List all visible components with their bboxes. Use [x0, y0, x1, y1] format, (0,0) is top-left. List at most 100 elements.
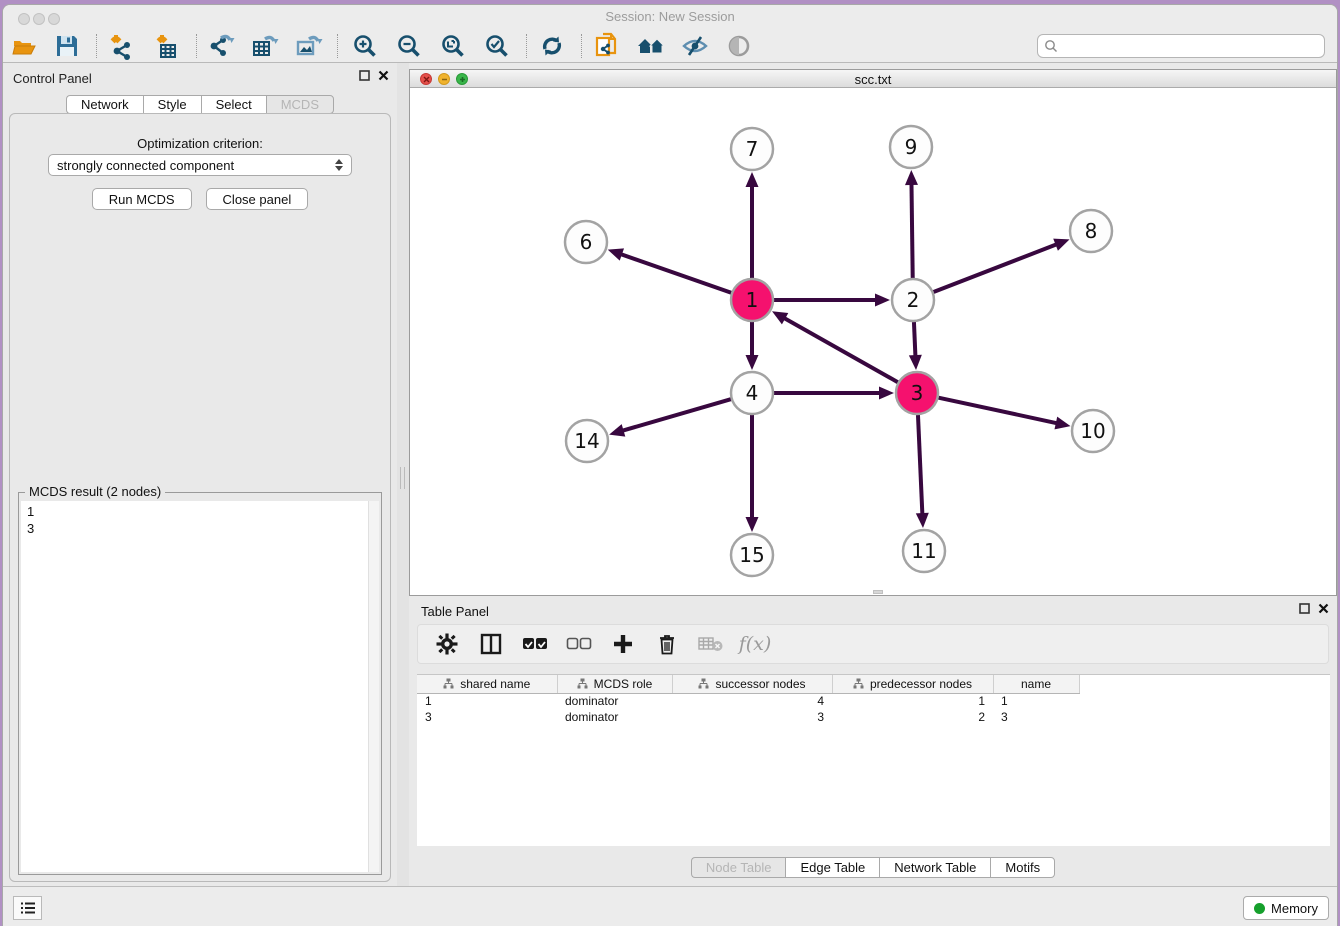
refresh-button[interactable] — [535, 32, 569, 60]
graph-edge[interactable] — [620, 254, 731, 293]
graph-node[interactable]: 7 — [731, 128, 773, 170]
graph-node[interactable]: 11 — [903, 530, 945, 572]
tab-motifs[interactable]: Motifs — [990, 857, 1055, 878]
search-input[interactable] — [1062, 36, 1324, 56]
clone-network-button[interactable] — [590, 32, 624, 60]
criterion-value: strongly connected component — [57, 158, 234, 173]
result-scrollbar[interactable] — [368, 501, 379, 872]
node-table-body: 1dominator4113dominator323 — [417, 693, 1330, 725]
table-cell[interactable]: dominator — [557, 709, 672, 725]
export-network-icon — [207, 32, 235, 60]
graph-node[interactable]: 14 — [566, 420, 608, 462]
split-handle-icon[interactable] — [873, 590, 883, 594]
table-cell[interactable]: 4 — [672, 693, 832, 709]
tab-edge-table[interactable]: Edge Table — [785, 857, 879, 878]
delete-column-button[interactable] — [652, 629, 682, 659]
graph-node-label: 4 — [746, 381, 759, 405]
table-cell[interactable]: 3 — [672, 709, 832, 725]
add-column-button[interactable] — [608, 629, 638, 659]
table-cell[interactable]: 1 — [832, 693, 993, 709]
close-panel-icon[interactable] — [378, 70, 389, 81]
mcds-result-group: MCDS result (2 nodes) 1 3 — [18, 492, 382, 875]
graph-edge[interactable] — [934, 244, 1058, 292]
save-session-button[interactable] — [50, 32, 84, 60]
table-cell[interactable]: 2 — [832, 709, 993, 725]
float-panel-icon[interactable] — [359, 70, 370, 81]
table-cell[interactable]: 3 — [417, 709, 557, 725]
optimization-criterion-label: Optimization criterion: — [10, 136, 390, 151]
show-graphics-button[interactable] — [722, 32, 756, 60]
zoom-fit-icon — [440, 33, 466, 59]
graph-edge[interactable] — [622, 399, 731, 431]
table-cell[interactable]: dominator — [557, 693, 672, 709]
tab-select[interactable]: Select — [201, 95, 266, 114]
deselect-all-button[interactable] — [564, 629, 594, 659]
graph-node[interactable]: 15 — [731, 534, 773, 576]
graph-node[interactable]: 10 — [1072, 410, 1114, 452]
search-icon — [1044, 39, 1058, 53]
float-panel-icon[interactable] — [1299, 603, 1310, 614]
graph-edge-arrowhead — [1053, 239, 1069, 251]
table-cell[interactable]: 1 — [417, 693, 557, 709]
graph-edge[interactable] — [914, 322, 916, 357]
graph-edge[interactable] — [911, 183, 912, 278]
graph-node[interactable]: 6 — [565, 221, 607, 263]
export-network-button[interactable] — [204, 32, 238, 60]
graph-edge[interactable] — [783, 318, 897, 383]
task-history-button[interactable] — [13, 896, 42, 920]
network-titlebar[interactable]: scc.txt — [410, 70, 1336, 88]
open-session-button[interactable] — [8, 32, 42, 60]
fx-icon: f(x) — [739, 633, 772, 655]
table-cell[interactable]: 1 — [993, 693, 1079, 709]
graph-node[interactable]: 1 — [731, 279, 773, 321]
panel-divider[interactable] — [397, 63, 409, 886]
graph-node[interactable]: 8 — [1070, 210, 1112, 252]
graph-node[interactable]: 2 — [892, 279, 934, 321]
close-panel-icon[interactable] — [1318, 603, 1329, 614]
import-table-button[interactable] — [150, 32, 184, 60]
tab-mcds[interactable]: MCDS — [266, 95, 334, 114]
tab-node-table[interactable]: Node Table — [691, 857, 786, 878]
memory-button[interactable]: Memory — [1243, 896, 1329, 920]
tab-style[interactable]: Style — [143, 95, 201, 114]
zoom-in-icon — [352, 33, 378, 59]
mcds-result-text[interactable]: 1 3 — [21, 501, 368, 872]
export-table-button[interactable] — [248, 32, 282, 60]
graph-edge[interactable] — [918, 415, 922, 515]
graph-node[interactable]: 3 — [896, 372, 938, 414]
tab-network[interactable]: Network — [66, 95, 143, 114]
table-row[interactable]: 3dominator323 — [417, 709, 1330, 725]
criterion-dropdown[interactable]: strongly connected component — [48, 154, 352, 176]
node-table[interactable]: shared nameMCDS rolesuccessor nodesprede… — [417, 674, 1330, 846]
close-panel-button[interactable]: Close panel — [206, 188, 309, 210]
tab-network-table[interactable]: Network Table — [879, 857, 990, 878]
column-header-MCDS-role[interactable]: MCDS role — [557, 675, 672, 693]
zoom-out-button[interactable] — [392, 32, 426, 60]
column-header-predecessor-nodes[interactable]: predecessor nodes — [832, 675, 993, 693]
zoom-fit-button[interactable] — [436, 32, 470, 60]
graph-node[interactable]: 4 — [731, 372, 773, 414]
network-canvas[interactable]: 1 2 3 4 6 7 8 9 10 11 14 15 — [410, 89, 1336, 595]
graph-node-label: 10 — [1080, 419, 1105, 443]
export-image-button[interactable] — [292, 32, 326, 60]
first-neighbors-button[interactable] — [634, 32, 668, 60]
zoom-selected-button[interactable] — [480, 32, 514, 60]
table-row[interactable]: 1dominator411 — [417, 693, 1330, 709]
network-graph[interactable]: 1 2 3 4 6 7 8 9 10 11 14 15 — [410, 89, 1338, 595]
show-columns-button[interactable] — [476, 629, 506, 659]
run-mcds-button[interactable]: Run MCDS — [92, 188, 192, 210]
eye-disabled-icon — [726, 33, 752, 59]
import-network-button[interactable] — [104, 32, 138, 60]
table-cell[interactable]: 3 — [993, 709, 1079, 725]
column-header-name[interactable]: name — [993, 675, 1079, 693]
search-field[interactable] — [1037, 34, 1325, 58]
column-header-shared-name[interactable]: shared name — [417, 675, 557, 693]
zoom-in-button[interactable] — [348, 32, 382, 60]
table-panel-title: Table Panel — [421, 604, 489, 619]
graph-node[interactable]: 9 — [890, 126, 932, 168]
table-settings-button[interactable] — [432, 629, 462, 659]
hide-graphics-button[interactable] — [678, 32, 712, 60]
select-all-button[interactable] — [520, 629, 550, 659]
graph-edge[interactable] — [939, 398, 1058, 424]
column-header-successor-nodes[interactable]: successor nodes — [672, 675, 832, 693]
